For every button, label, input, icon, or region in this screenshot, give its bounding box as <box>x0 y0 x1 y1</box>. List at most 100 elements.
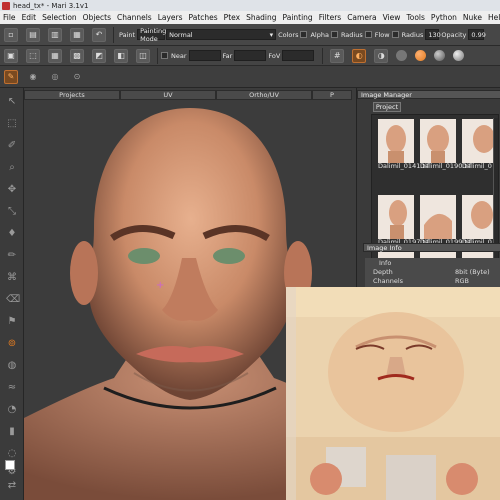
grid-toggle-icon[interactable]: # <box>330 48 345 63</box>
camera-icon[interactable]: ◫ <box>136 48 150 63</box>
image-info-title: Image Info <box>367 243 402 252</box>
menu-help[interactable]: Help <box>485 13 500 22</box>
painting-mode-label: Painting Mode <box>137 27 166 43</box>
shader-lit-orb-icon[interactable] <box>434 50 446 61</box>
image-info-header: Image Info <box>363 243 500 252</box>
paint-through-icon[interactable]: ✎ <box>4 69 18 84</box>
cube-icon[interactable]: ▣ <box>4 48 18 63</box>
smudge-tool-icon[interactable]: ≈ <box>6 382 18 394</box>
zoom-tool-icon[interactable]: ⌕ <box>6 162 18 174</box>
thumbnail-image <box>420 119 456 163</box>
thumbnail-item[interactable]: Dalimil_0199.tif <box>420 195 471 247</box>
alpha-checkbox[interactable] <box>330 31 338 38</box>
brush-tool-icon[interactable]: ✐ <box>6 140 18 152</box>
open-file-icon[interactable]: ▤ <box>26 27 40 42</box>
thumbnail-item[interactable]: Dalimil_0197.tif <box>378 195 429 247</box>
colors-checkbox[interactable] <box>300 31 308 38</box>
far-input[interactable] <box>234 50 267 61</box>
thumbnail-image <box>378 119 414 163</box>
mari-app-icon <box>2 1 10 10</box>
uv-texture-preview <box>286 287 500 500</box>
left-ear-shape <box>70 241 98 305</box>
info-depth-value: 8bit (Byte) <box>455 268 490 276</box>
menu-file[interactable]: File <box>0 13 19 22</box>
eraser-tool-icon[interactable]: ⌫ <box>6 294 20 306</box>
fov-input[interactable] <box>282 50 315 61</box>
menu-selection[interactable]: Selection <box>39 13 80 22</box>
pin-tool-icon[interactable]: ⚑ <box>6 316 18 328</box>
radius-label: Radius <box>340 30 363 39</box>
info-group-label: Info <box>379 259 392 267</box>
thumbnail-image <box>420 195 456 239</box>
mirror-icon[interactable]: ◩ <box>92 48 106 63</box>
shader-gray-orb-icon[interactable] <box>396 50 408 61</box>
menu-painting[interactable]: Painting <box>280 13 316 22</box>
fill-tool-icon[interactable]: ▮ <box>6 426 18 438</box>
frame-icon[interactable]: ◧ <box>114 48 128 63</box>
thumbnail-item[interactable]: Dalimil_0141.tif <box>378 119 429 171</box>
move-tool-icon[interactable]: ✥ <box>6 184 18 196</box>
separator <box>322 47 324 64</box>
menu-python[interactable]: Python <box>428 13 460 22</box>
tab-project[interactable]: Project <box>373 102 401 112</box>
menu-view[interactable]: View <box>380 13 404 22</box>
menu-patches[interactable]: Patches <box>186 13 221 22</box>
foreground-color-swatch[interactable] <box>5 460 15 470</box>
swap-colors-icon[interactable]: ⇄ <box>6 480 18 492</box>
camera-toolbar: ▣ ⬚ ▦ ▩ ◩ ◧ ◫ Near Far FoV # ◐ ◑ <box>0 46 500 66</box>
drop-tool-icon[interactable]: ♦ <box>6 228 18 240</box>
clone-tool-icon[interactable]: ⌘ <box>6 272 18 284</box>
marquee-tool-icon[interactable]: ⬚ <box>6 118 18 130</box>
thumbnail-caption: Dalimil_0 <box>462 162 492 170</box>
painting-mode-dropdown[interactable]: Normal <box>166 29 277 40</box>
menu-ptex[interactable]: Ptex <box>221 13 243 22</box>
shader-orange-orb-icon[interactable] <box>415 50 427 61</box>
window-title: head_tx* - Mari 3.1v1 <box>13 1 89 10</box>
menu-channels[interactable]: Channels <box>114 13 155 22</box>
menu-nuke[interactable]: Nuke <box>460 13 485 22</box>
image-manager-header: Image Manager <box>357 90 500 99</box>
shader-basic-icon[interactable]: ◑ <box>374 48 389 63</box>
paint-toolbar: ▫ ▤ ▥ ▦ ↶ Paint Painting Mode Normal Col… <box>0 24 500 46</box>
checker-icon[interactable]: ▩ <box>70 48 84 63</box>
eye-icon[interactable]: ◉ <box>26 70 40 84</box>
target-tool-icon[interactable]: ⊚ <box>6 338 18 350</box>
visibility-icon[interactable]: ⊙ <box>70 70 84 84</box>
new-file-icon[interactable]: ▫ <box>4 27 18 42</box>
undo-icon[interactable]: ↶ <box>92 27 106 42</box>
menu-layers[interactable]: Layers <box>155 13 186 22</box>
thumbnail-item[interactable]: Dalimil_0190.tif <box>420 119 471 171</box>
info-channels-value: RGB <box>455 277 470 285</box>
title-bar: head_tx* - Mari 3.1v1 <box>0 0 500 11</box>
menu-shading[interactable]: Shading <box>243 13 279 22</box>
radius-checkbox[interactable] <box>391 31 399 38</box>
select-tool-icon[interactable]: ↖ <box>6 96 18 108</box>
dodge-tool-icon[interactable]: ◔ <box>6 404 18 416</box>
flow-checkbox[interactable] <box>364 31 372 38</box>
sponge-tool-icon[interactable]: ◌ <box>6 448 18 460</box>
cursor-crosshair-icon: + <box>156 280 164 291</box>
blur-tool-icon[interactable]: ◍ <box>6 360 18 372</box>
info-channels-key: Channels <box>373 277 404 285</box>
near-checkbox[interactable] <box>161 52 168 59</box>
thumbnail-image <box>378 195 414 239</box>
menu-filters[interactable]: Filters <box>316 13 344 22</box>
eye-toggle-icon[interactable]: ◎ <box>48 70 62 84</box>
paint-tool-icon[interactable]: ✏ <box>6 250 18 262</box>
paint-label: Paint <box>119 30 136 39</box>
shader-full-orb-icon[interactable] <box>453 50 465 61</box>
near-input[interactable] <box>188 50 221 61</box>
menu-edit[interactable]: Edit <box>19 13 40 22</box>
radius-input[interactable]: 130 <box>425 29 441 40</box>
export-icon[interactable]: ▦ <box>70 27 84 42</box>
shader-flat-icon[interactable]: ◐ <box>352 48 367 63</box>
transform-tool-icon[interactable]: ⤡ <box>6 206 18 218</box>
menu-camera[interactable]: Camera <box>344 13 379 22</box>
opacity-input[interactable]: 0.99 <box>468 29 486 40</box>
grid-icon[interactable]: ▦ <box>48 48 62 63</box>
menu-tools[interactable]: Tools <box>403 13 427 22</box>
rect-select-icon[interactable]: ⬚ <box>26 48 40 63</box>
menu-objects[interactable]: Objects <box>80 13 114 22</box>
save-file-icon[interactable]: ▥ <box>48 27 62 42</box>
separator <box>157 47 158 64</box>
